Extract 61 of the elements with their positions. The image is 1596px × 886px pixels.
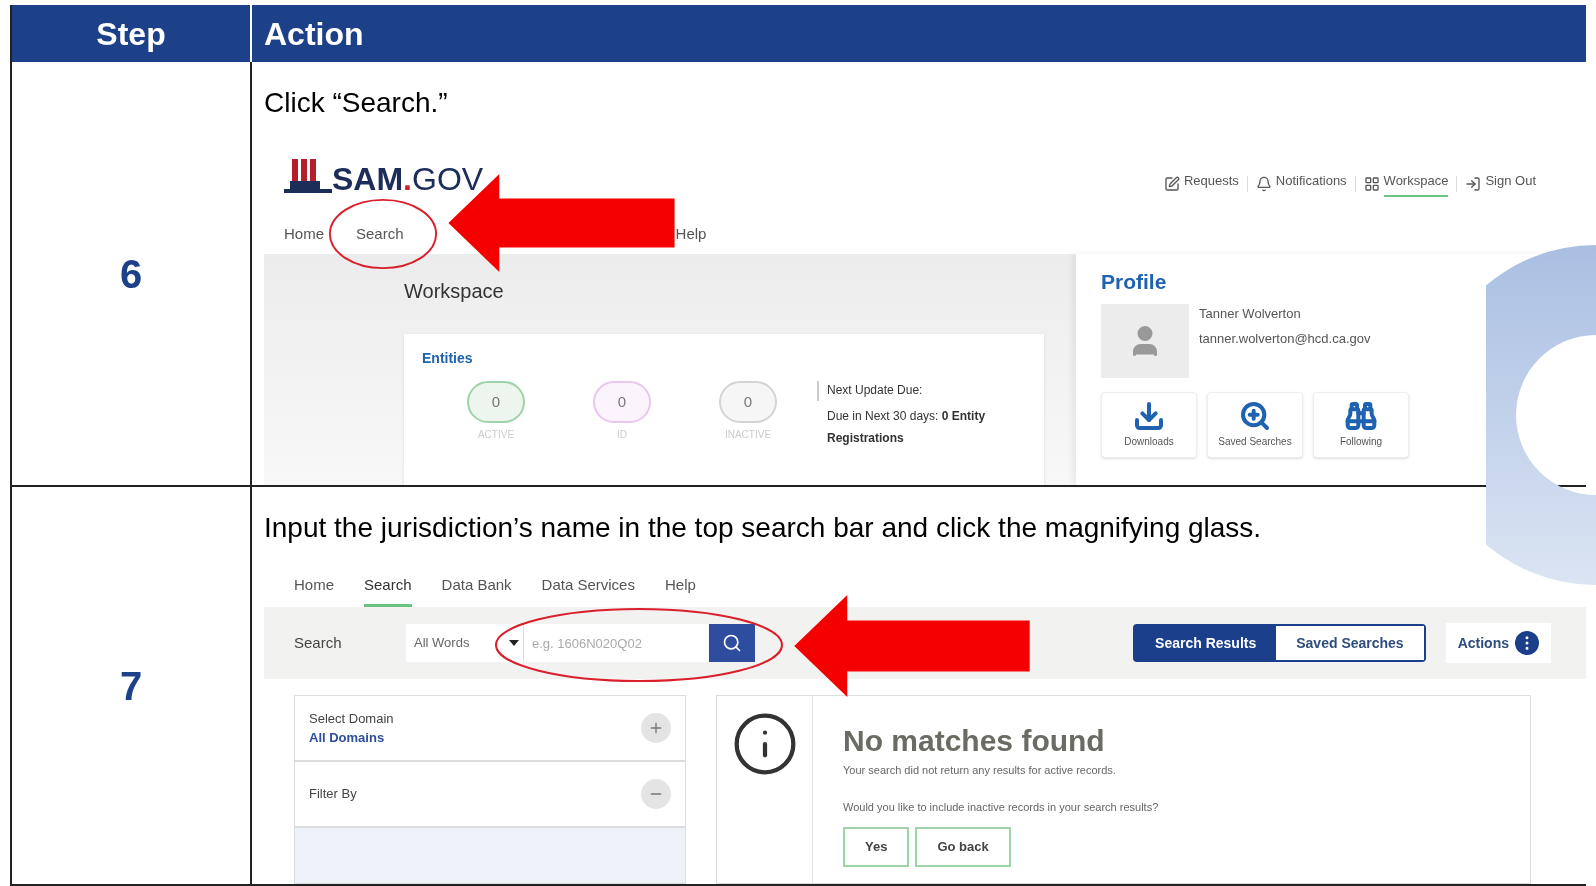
- shortcut-tile[interactable]: Downloads: [1101, 391, 1197, 458]
- search-button[interactable]: [709, 624, 755, 662]
- card-title: Entities: [422, 349, 474, 368]
- result-message: Your search did not return any results for active records.: [843, 763, 1117, 778]
- nav-link[interactable]: Help: [675, 222, 707, 246]
- search-input[interactable]: e.g. 1606N020Q02: [523, 624, 709, 662]
- view-toggle[interactable]: Search Results: [1135, 626, 1277, 660]
- nav-tab[interactable]: Data Bank: [441, 573, 512, 607]
- zoom-in-icon: [1239, 400, 1271, 432]
- grid-icon: [1363, 176, 1380, 192]
- filter-section[interactable]: Filter By: [295, 762, 685, 828]
- filter-section[interactable]: Select Domain All Domains: [295, 696, 685, 762]
- shortcut-tile[interactable]: Following: [1313, 391, 1409, 458]
- answer-button[interactable]: Go back: [915, 827, 1011, 867]
- profile-email: tanner.wolverton@hcd.ca.gov: [1199, 330, 1371, 348]
- nav-tab[interactable]: Home: [294, 573, 334, 607]
- profile-title: Profile: [1101, 269, 1168, 295]
- top-link[interactable]: Sign Out: [1485, 171, 1536, 197]
- due-text: Due in Next 30 days: 0 Entity Registrations: [827, 408, 987, 447]
- count-badge: 0: [593, 381, 651, 423]
- filter-label: Select Domain: [309, 709, 394, 728]
- bell-icon: [1255, 176, 1272, 192]
- filter-value: All Domains: [309, 729, 386, 747]
- step-number: 6: [12, 62, 252, 485]
- next-update-label: Next Update Due:: [827, 382, 924, 399]
- page-title: Workspace: [404, 279, 505, 304]
- search-icon: [722, 633, 742, 653]
- nav-link[interactable]: Home: [284, 222, 324, 246]
- top-link[interactable]: Notifications: [1275, 171, 1347, 197]
- count-badge: 0: [467, 381, 525, 423]
- more-icon: [1515, 631, 1539, 655]
- instruction-text: Input the jurisdiction’s name in the top search bar and click the magnifying glass.: [263, 511, 1263, 545]
- toggle-icon[interactable]: [641, 779, 671, 809]
- sam-gov-logo[interactable]: SAM.GOV: [284, 157, 484, 195]
- instruction-text: Click “Search.”: [263, 86, 449, 120]
- search-label: Search: [294, 632, 343, 653]
- hat-icon: [284, 157, 332, 195]
- logo-text: SAM.GOV: [332, 163, 484, 195]
- filter-label: Filter By: [309, 785, 357, 804]
- toggle-icon[interactable]: [641, 713, 671, 743]
- profile-name: Tanner Wolverton: [1199, 304, 1302, 323]
- count-badge: 0: [719, 381, 777, 423]
- binoculars-icon: [1345, 400, 1377, 432]
- answer-button[interactable]: Yes: [843, 827, 910, 867]
- column-header: Step: [12, 5, 252, 62]
- view-toggle[interactable]: Saved Searches: [1276, 626, 1424, 660]
- column-header: Action: [263, 14, 364, 54]
- download-icon: [1133, 400, 1165, 432]
- sign-out-icon: [1465, 176, 1482, 192]
- match-mode-dropdown[interactable]: All Words: [406, 624, 523, 662]
- top-link[interactable]: Requests: [1183, 171, 1239, 197]
- result-title: No matches found: [843, 726, 1106, 756]
- top-link[interactable]: Workspace: [1383, 171, 1449, 197]
- nav-link[interactable]: Search: [356, 222, 404, 246]
- edit-icon: [1163, 176, 1180, 192]
- shortcut-tile[interactable]: Saved Searches: [1207, 391, 1303, 458]
- nav-tab[interactable]: Data Services: [541, 573, 635, 607]
- nav-tab[interactable]: Help: [664, 573, 696, 607]
- result-question: Would you like to include inactive records in your search results?: [843, 799, 1159, 815]
- actions-button[interactable]: Actions: [1445, 623, 1551, 663]
- step-number: 7: [12, 487, 252, 884]
